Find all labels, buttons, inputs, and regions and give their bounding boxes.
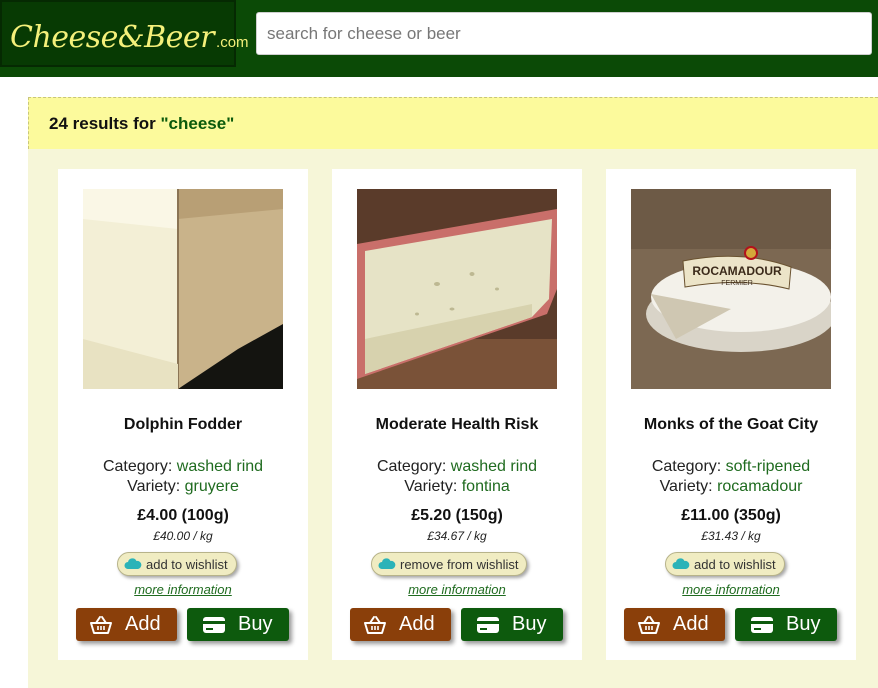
- product-price-per-kg: £31.43 / kg: [701, 529, 761, 543]
- image-label-text-2: FERMIER: [721, 280, 753, 287]
- product-grid: Dolphin Fodder Category: washed rind Var…: [28, 149, 878, 688]
- category-label: Category:: [102, 458, 177, 475]
- product-price: £4.00 (100g): [137, 507, 229, 524]
- basket-icon: [89, 615, 113, 635]
- product-image[interactable]: ROCAMADOUR FERMIER: [631, 189, 831, 389]
- product-price-per-kg: £40.00 / kg: [153, 529, 213, 543]
- cloud-icon: [124, 558, 142, 569]
- cloud-icon: [672, 558, 690, 569]
- variety-value[interactable]: rocamadour: [717, 478, 802, 495]
- product-image[interactable]: [357, 189, 557, 389]
- add-label: Add: [125, 613, 161, 635]
- add-to-basket-button[interactable]: Add: [350, 608, 451, 641]
- product-card: Moderate Health Risk Category: washed ri…: [332, 169, 582, 660]
- wishlist-label: add to wishlist: [694, 556, 776, 572]
- logo-suffix: .com: [216, 34, 249, 51]
- add-label: Add: [673, 613, 709, 635]
- product-category: Category: soft-ripened: [606, 458, 856, 476]
- buy-label: Buy: [238, 613, 273, 635]
- product-price: £11.00 (350g): [681, 507, 781, 524]
- cloud-icon: [378, 558, 396, 569]
- buy-button[interactable]: Buy: [187, 608, 289, 641]
- category-value[interactable]: washed rind: [177, 458, 263, 475]
- results-count-text: 24 results for: [49, 114, 161, 133]
- product-category: Category: washed rind: [332, 458, 582, 476]
- search-input[interactable]: [256, 12, 872, 55]
- site-header: Cheese&Beer .com: [0, 0, 878, 77]
- product-image[interactable]: [83, 189, 283, 389]
- basket-icon: [363, 615, 387, 635]
- credit-card-icon: [202, 616, 226, 634]
- variety-value[interactable]: gruyere: [185, 478, 239, 495]
- product-card: Dolphin Fodder Category: washed rind Var…: [58, 169, 308, 660]
- add-label: Add: [399, 613, 435, 635]
- variety-label: Variety:: [659, 478, 718, 495]
- wishlist-button[interactable]: add to wishlist: [665, 552, 785, 576]
- product-price-per-kg: £34.67 / kg: [427, 529, 487, 543]
- buy-label: Buy: [512, 613, 547, 635]
- credit-card-icon: [750, 616, 774, 634]
- credit-card-icon: [476, 616, 500, 634]
- logo-text: Cheese&Beer: [10, 20, 215, 55]
- buy-label: Buy: [786, 613, 821, 635]
- product-price: £5.20 (150g): [411, 507, 503, 524]
- add-to-basket-button[interactable]: Add: [76, 608, 177, 641]
- wishlist-label: remove from wishlist: [400, 556, 519, 572]
- product-name: Moderate Health Risk: [375, 416, 539, 433]
- product-card: ROCAMADOUR FERMIER Monks of the Goat Cit…: [606, 169, 856, 660]
- category-value[interactable]: washed rind: [451, 458, 537, 475]
- wishlist-button[interactable]: remove from wishlist: [371, 552, 528, 576]
- more-information-link[interactable]: more information: [606, 582, 856, 597]
- site-logo[interactable]: Cheese&Beer .com: [0, 0, 249, 67]
- basket-icon: [637, 615, 661, 635]
- more-information-link[interactable]: more information: [58, 582, 308, 597]
- product-variety: Variety: gruyere: [58, 478, 308, 496]
- buy-button[interactable]: Buy: [735, 608, 837, 641]
- category-label: Category:: [651, 458, 726, 475]
- variety-value[interactable]: fontina: [462, 478, 510, 495]
- product-category: Category: washed rind: [58, 458, 308, 476]
- buy-button[interactable]: Buy: [461, 608, 563, 641]
- results-query: "cheese": [160, 114, 235, 133]
- product-variety: Variety: fontina: [332, 478, 582, 496]
- add-to-basket-button[interactable]: Add: [624, 608, 725, 641]
- category-label: Category:: [376, 458, 451, 475]
- category-value[interactable]: soft-ripened: [726, 458, 811, 475]
- product-variety: Variety: rocamadour: [606, 478, 856, 496]
- product-name: Dolphin Fodder: [123, 416, 243, 433]
- variety-label: Variety:: [127, 478, 185, 495]
- wishlist-button[interactable]: add to wishlist: [117, 552, 237, 576]
- product-name: Monks of the Goat City: [643, 416, 819, 433]
- variety-label: Variety:: [404, 478, 462, 495]
- results-summary: 24 results for "cheese": [28, 97, 878, 149]
- image-label-text: ROCAMADOUR: [692, 264, 782, 278]
- more-information-link[interactable]: more information: [332, 582, 582, 597]
- wishlist-label: add to wishlist: [146, 556, 228, 572]
